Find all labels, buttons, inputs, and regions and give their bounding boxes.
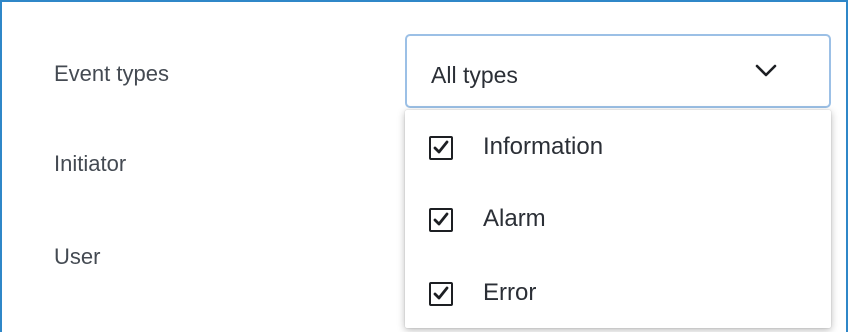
checkmark-icon xyxy=(433,286,449,300)
option-error[interactable]: Error xyxy=(405,260,831,328)
checkbox-alarm[interactable] xyxy=(429,208,453,232)
option-information[interactable]: Information xyxy=(405,114,831,182)
chevron-down-icon[interactable] xyxy=(755,64,777,78)
checkbox-information[interactable] xyxy=(429,136,453,160)
option-label: Alarm xyxy=(483,205,546,232)
initiator-label: Initiator xyxy=(54,151,127,176)
checkmark-icon xyxy=(433,140,449,154)
user-label: User xyxy=(54,244,101,269)
checkbox-error[interactable] xyxy=(429,282,453,306)
option-label: Error xyxy=(483,279,537,306)
event-types-dropdown-menu: Information Alarm Error xyxy=(405,110,831,328)
event-types-select[interactable]: All types xyxy=(405,34,831,108)
option-label: Information xyxy=(483,133,604,160)
event-types-label: Event types xyxy=(54,61,169,86)
event-types-selected-value: All types xyxy=(431,62,518,88)
option-alarm[interactable]: Alarm xyxy=(405,186,831,254)
checkmark-icon xyxy=(433,212,449,226)
filter-panel: Event types Initiator User All types Inf… xyxy=(0,0,848,332)
